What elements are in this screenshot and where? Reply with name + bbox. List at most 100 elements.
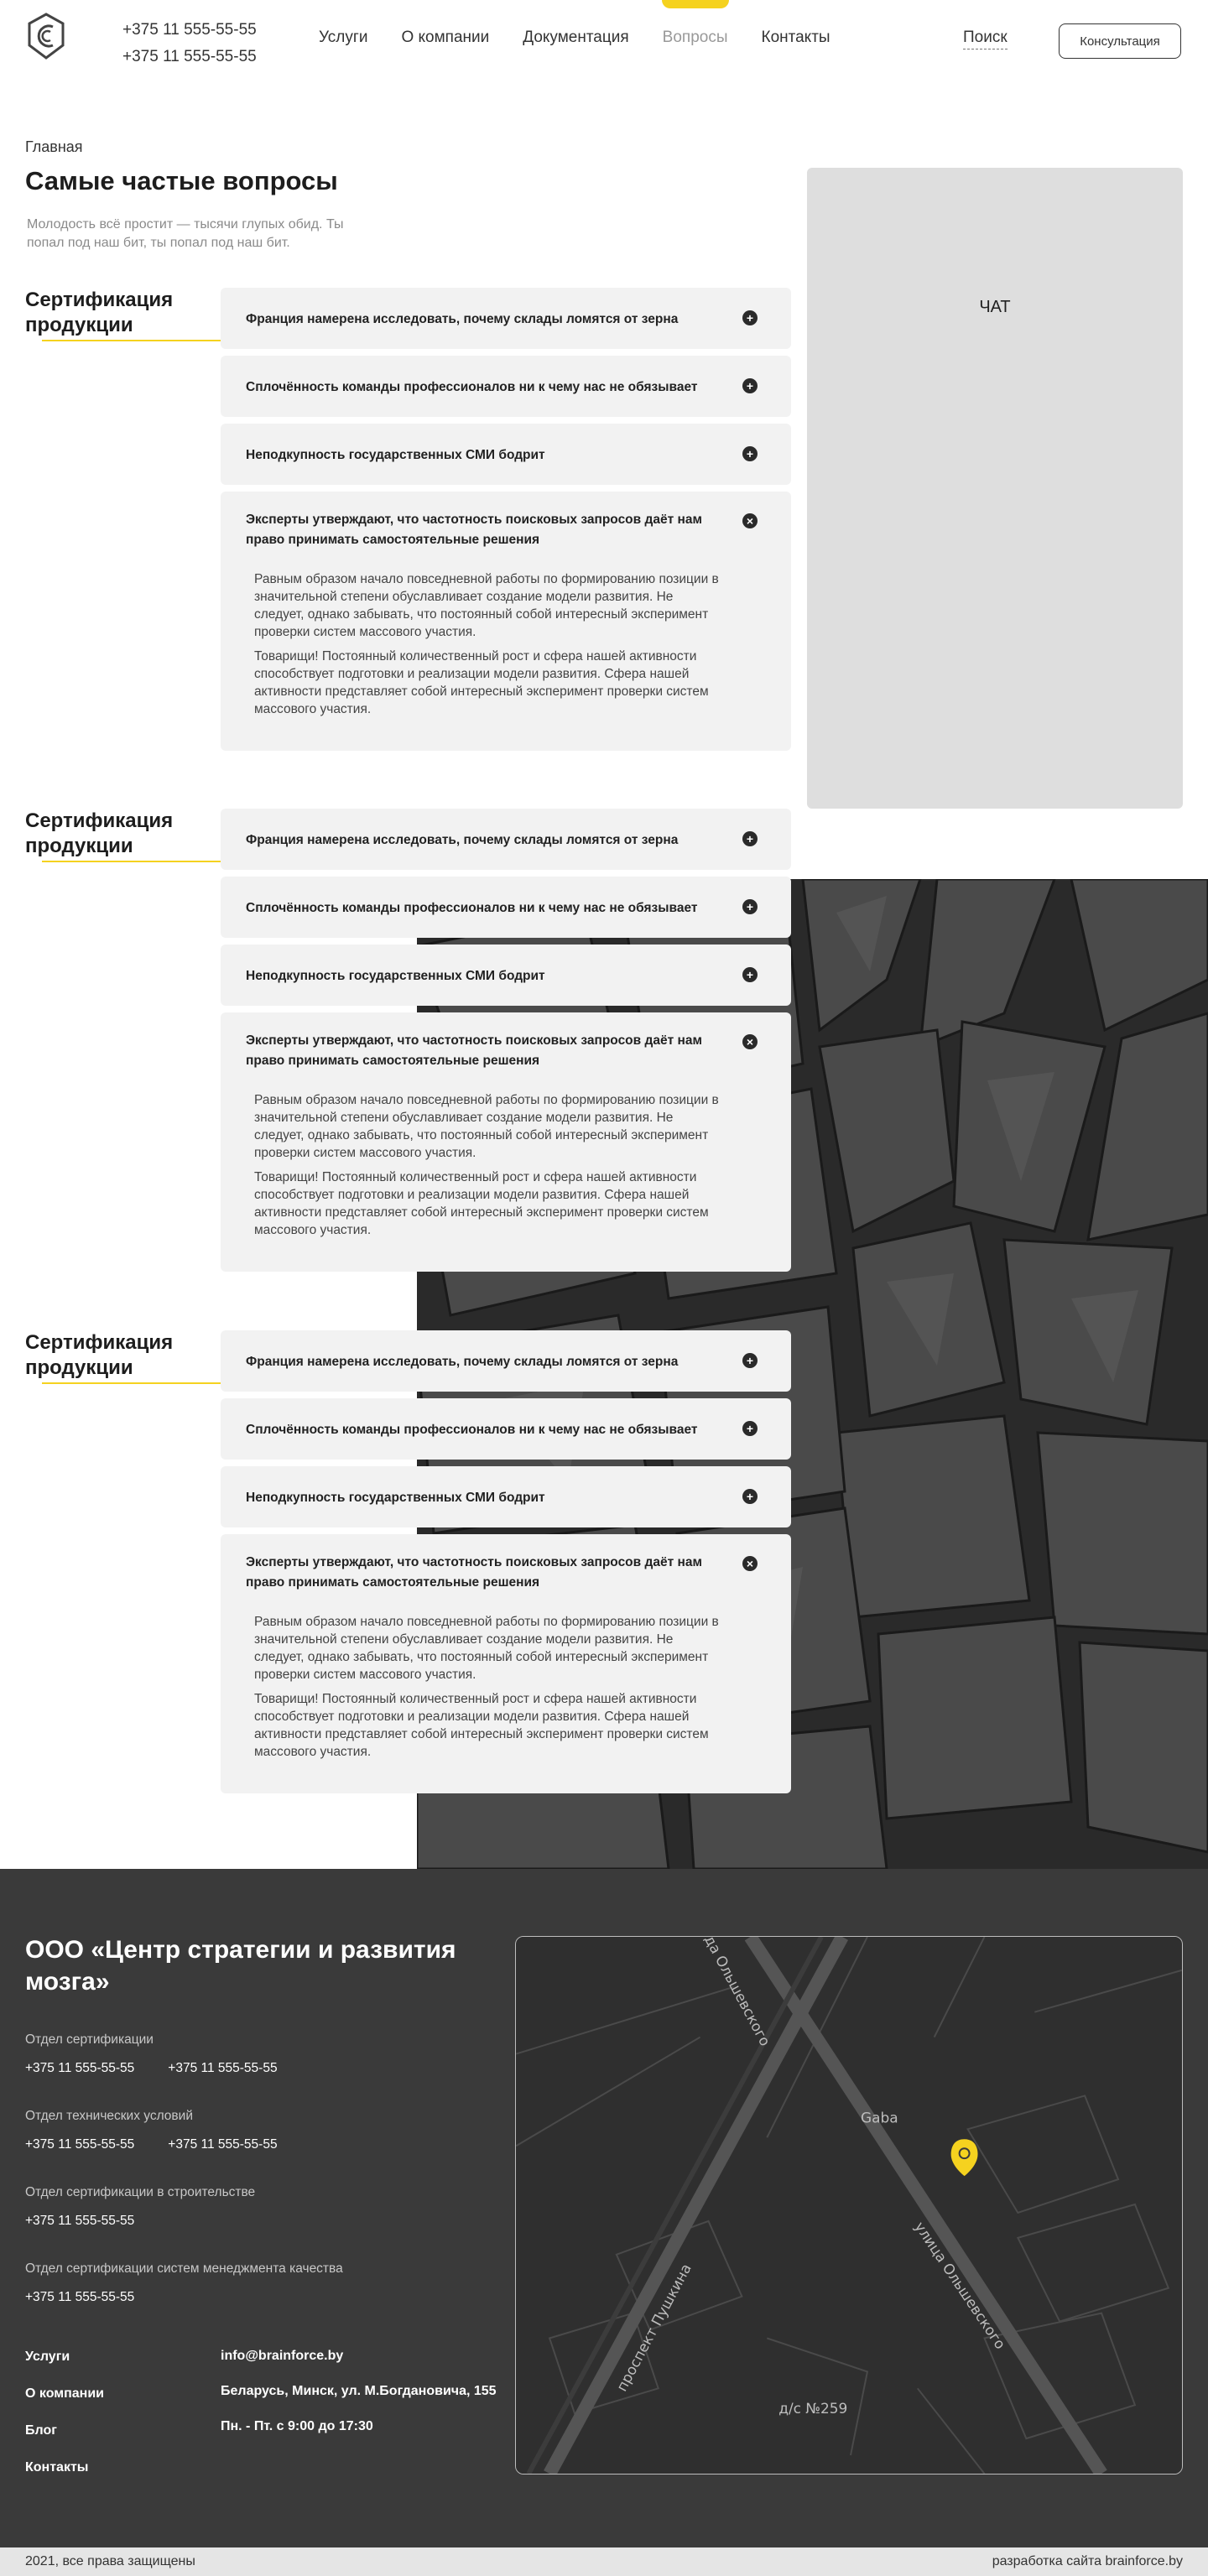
collapse-icon[interactable]: × xyxy=(742,1034,758,1049)
expand-icon[interactable]: + xyxy=(742,446,758,461)
faq-item[interactable]: Неподкупность государственных СМИ бодрит… xyxy=(221,1466,791,1527)
location-map[interactable]: да Ольшевского улица Ольшевского проспек… xyxy=(515,1936,1183,2475)
faq-item[interactable]: Франция намерена исследовать, почему скл… xyxy=(221,288,791,349)
faq-answer-paragraph: Товарищи! Постоянный количественный рост… xyxy=(254,1692,709,1759)
faq-item-open[interactable]: Эксперты утверждают, что частотность пои… xyxy=(221,492,791,751)
email-link[interactable]: info@brainforce.by xyxy=(221,2339,497,2374)
department-phone[interactable]: +375 11 555-55-55 xyxy=(168,2061,277,2076)
department-name: Отдел сертификации систем менеджмента ка… xyxy=(25,2261,343,2276)
faq-item[interactable]: Сплочённость команды профессионалов ни к… xyxy=(221,1398,791,1460)
chat-label: ЧАТ xyxy=(979,298,1011,316)
faq-answer: Равным образом начало повседневной работ… xyxy=(254,1091,724,1239)
section-title: Сертификация продукции xyxy=(25,1330,230,1384)
breadcrumb[interactable]: Главная xyxy=(25,138,83,156)
footer-nav-contacts[interactable]: Контакты xyxy=(25,2449,104,2486)
consultation-button[interactable]: Консультация xyxy=(1059,23,1181,59)
faq-list: Франция намерена исследовать, почему скл… xyxy=(221,1330,791,1800)
site-header: +375 11 555-55-55 +375 11 555-55-55 Услу… xyxy=(0,0,1208,84)
header-phone[interactable]: +375 11 555-55-55 xyxy=(122,44,257,70)
faq-item[interactable]: Сплочённость команды профессионалов ни к… xyxy=(221,877,791,938)
faq-item[interactable]: Франция намерена исследовать, почему скл… xyxy=(221,809,791,870)
map-poi-label: д/с №259 xyxy=(778,2400,847,2417)
faq-question: Неподкупность государственных СМИ бодрит xyxy=(246,448,545,462)
footer-nav: Услуги О компании Блог Контакты xyxy=(25,2339,104,2486)
company-name: ООО «Центр стратегии и развития мозга» xyxy=(25,1936,456,1996)
faq-answer-paragraph: Равным образом начало повседневной работ… xyxy=(254,572,719,639)
department-name: Отдел технических условий xyxy=(25,2109,193,2123)
faq-list: Франция намерена исследовать, почему скл… xyxy=(221,809,791,1278)
department-block: Отдел сертификации +375 11 555-55-55 +37… xyxy=(25,2032,278,2076)
faq-answer-paragraph: Товарищи! Постоянный количественный рост… xyxy=(254,649,709,716)
department-block: Отдел сертификации систем менеджмента ка… xyxy=(25,2261,343,2305)
department-phone[interactable]: +375 11 555-55-55 xyxy=(168,2137,277,2152)
nav-item-contacts[interactable]: Контакты xyxy=(762,29,830,47)
faq-list: Франция намерена исследовать, почему скл… xyxy=(221,288,791,757)
department-phone[interactable]: +375 11 555-55-55 xyxy=(25,2061,134,2076)
footer-bottom-bar: 2021, все права защищены разработка сайт… xyxy=(0,2547,1208,2576)
faq-question: Франция намерена исследовать, почему скл… xyxy=(246,312,679,326)
faq-answer-paragraph: Равным образом начало повседневной работ… xyxy=(254,1615,719,1682)
faq-question: Франция намерена исследовать, почему скл… xyxy=(246,833,679,847)
faq-item-open[interactable]: Эксперты утверждают, что частотность пои… xyxy=(221,1534,791,1793)
main-nav: Услуги О компании Документация Вопросы К… xyxy=(319,0,830,47)
faq-question: Неподкупность государственных СМИ бодрит xyxy=(246,969,545,983)
work-hours: Пн. - Пт. с 9:00 до 17:30 xyxy=(221,2419,373,2433)
collapse-icon[interactable]: × xyxy=(742,1556,758,1571)
faq-question: Сплочённость команды профессионалов ни к… xyxy=(246,901,698,915)
address: Беларусь, Минск, ул. М.Богдановича, 155 xyxy=(221,2384,497,2398)
faq-item-open[interactable]: Эксперты утверждают, что частотность пои… xyxy=(221,1012,791,1272)
department-block: Отдел сертификации в строительстве +375 … xyxy=(25,2185,255,2229)
expand-icon[interactable]: + xyxy=(742,378,758,393)
department-phone[interactable]: +375 11 555-55-55 xyxy=(25,2137,134,2152)
faq-question: Сплочённость команды профессионалов ни к… xyxy=(246,380,698,394)
department-block: Отдел технических условий +375 11 555-55… xyxy=(25,2109,278,2152)
expand-icon[interactable]: + xyxy=(742,831,758,846)
footer-nav-services[interactable]: Услуги xyxy=(25,2339,104,2376)
footer-nav-blog[interactable]: Блог xyxy=(25,2412,104,2449)
department-name: Отдел сертификации в строительстве xyxy=(25,2185,256,2199)
chat-widget[interactable]: ЧАТ xyxy=(807,168,1183,809)
nav-item-about[interactable]: О компании xyxy=(401,29,489,47)
faq-question: Эксперты утверждают, что частотность пои… xyxy=(246,1033,702,1068)
faq-answer-paragraph: Равным образом начало повседневной работ… xyxy=(254,1093,719,1160)
faq-item[interactable]: Неподкупность государственных СМИ бодрит… xyxy=(221,945,791,1006)
page-lead: Молодость всё простит — тысячи глупых об… xyxy=(27,217,344,250)
faq-question: Эксперты утверждают, что частотность пои… xyxy=(246,513,702,547)
brand-logo[interactable] xyxy=(25,12,67,60)
page-title: Самые частые вопросы xyxy=(25,166,338,195)
faq-answer: Равным образом начало повседневной работ… xyxy=(254,570,724,718)
faq-answer: Равным образом начало повседневной работ… xyxy=(254,1613,724,1761)
developer-link[interactable]: разработка сайта brainforce.by xyxy=(992,2554,1183,2569)
nav-item-faq[interactable]: Вопросы xyxy=(661,0,729,47)
nav-item-docs[interactable]: Документация xyxy=(523,29,628,47)
footer-contacts: info@brainforce.by Беларусь, Минск, ул. … xyxy=(221,2339,497,2444)
nav-item-services[interactable]: Услуги xyxy=(319,29,367,47)
faq-question: Сплочённость команды профессионалов ни к… xyxy=(246,1423,698,1437)
expand-icon[interactable]: + xyxy=(742,899,758,914)
faq-item[interactable]: Неподкупность государственных СМИ бодрит… xyxy=(221,424,791,485)
faq-item[interactable]: Сплочённость команды профессионалов ни к… xyxy=(221,356,791,417)
faq-item[interactable]: Франция намерена исследовать, почему скл… xyxy=(221,1330,791,1392)
expand-icon[interactable]: + xyxy=(742,1353,758,1368)
expand-icon[interactable]: + xyxy=(742,310,758,325)
expand-icon[interactable]: + xyxy=(742,1489,758,1504)
map-poi-label: Gaba xyxy=(861,2109,898,2126)
section-title: Сертификация продукции xyxy=(25,288,230,341)
search-link[interactable]: Поиск xyxy=(963,29,1008,49)
department-phone[interactable]: +375 11 555-55-55 xyxy=(25,2290,134,2305)
faq-question: Эксперты утверждают, что частотность пои… xyxy=(246,1555,702,1590)
copyright: 2021, все права защищены xyxy=(25,2554,195,2568)
site-footer: ООО «Центр стратегии и развития мозга» О… xyxy=(0,1869,1208,2547)
header-phones: +375 11 555-55-55 +375 11 555-55-55 xyxy=(122,17,257,70)
department-phone[interactable]: +375 11 555-55-55 xyxy=(25,2214,134,2229)
faq-answer-paragraph: Товарищи! Постоянный количественный рост… xyxy=(254,1170,709,1237)
section-title: Сертификация продукции xyxy=(25,809,230,862)
header-phone[interactable]: +375 11 555-55-55 xyxy=(122,17,257,44)
expand-icon[interactable]: + xyxy=(742,1421,758,1436)
department-name: Отдел сертификации xyxy=(25,2032,154,2047)
collapse-icon[interactable]: × xyxy=(742,513,758,528)
footer-nav-about[interactable]: О компании xyxy=(25,2376,104,2412)
faq-question: Неподкупность государственных СМИ бодрит xyxy=(246,1491,545,1505)
expand-icon[interactable]: + xyxy=(742,967,758,982)
faq-question: Франция намерена исследовать, почему скл… xyxy=(246,1355,679,1369)
